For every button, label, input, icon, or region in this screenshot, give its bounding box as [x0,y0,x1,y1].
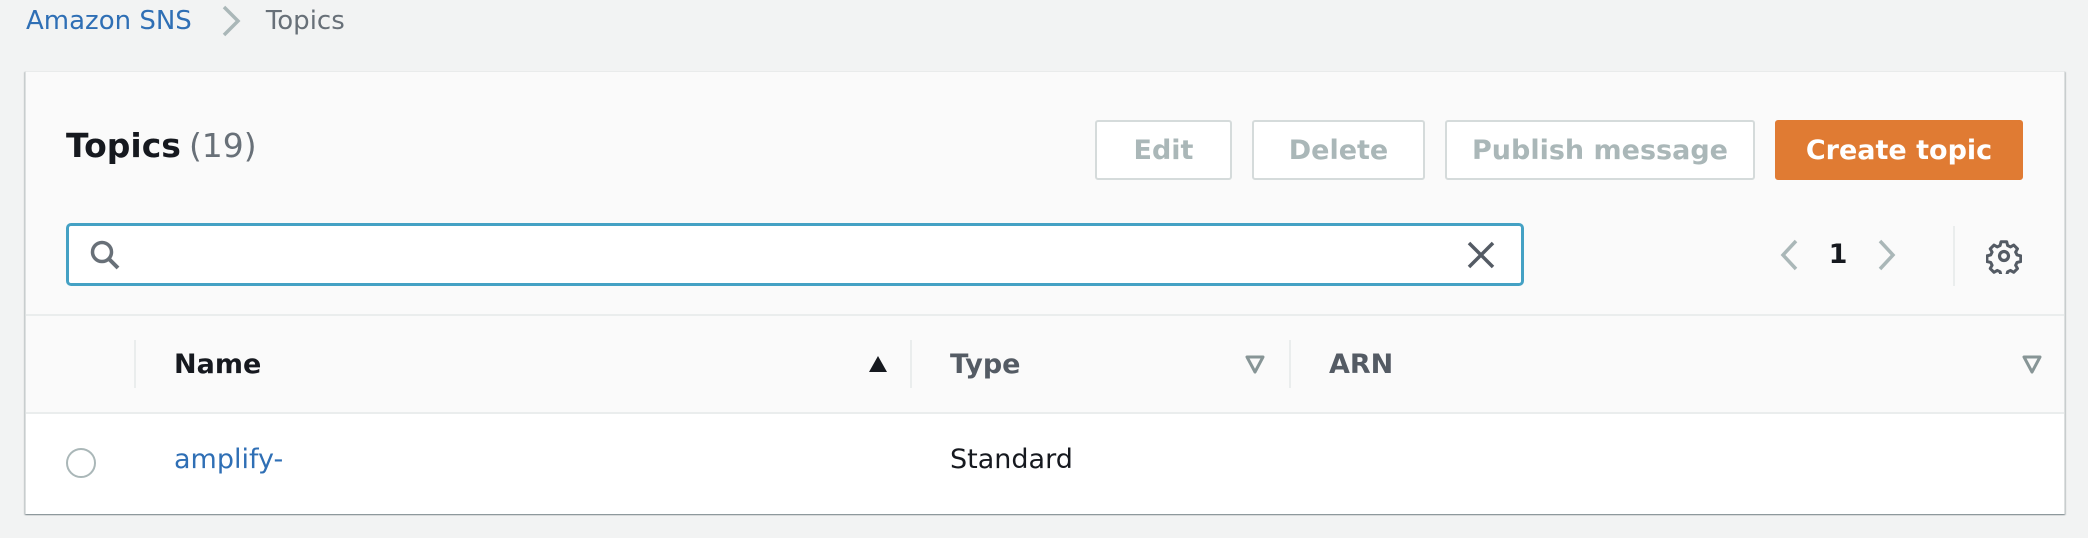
close-icon[interactable] [1463,237,1499,273]
column-label: ARN [1329,348,1394,380]
delete-button[interactable]: Delete [1252,120,1425,180]
publish-message-button[interactable]: Publish message [1445,120,1755,180]
topic-name-link[interactable]: amplify- [174,444,283,475]
create-topic-button[interactable]: Create topic [1775,120,2023,180]
caret-down-outline-icon[interactable] [1243,352,1267,376]
topics-container: Topics (19) Edit Delete Publish message … [25,71,2065,514]
caret-down-outline-icon[interactable] [2020,352,2044,376]
chevron-left-icon[interactable] [1776,237,1802,273]
pagination: 1 [1776,223,1900,286]
chevron-right-icon[interactable] [1874,237,1900,273]
column-label: Name [174,348,262,380]
column-separator [1289,340,1291,388]
search-field[interactable] [66,223,1524,286]
search-input[interactable] [122,226,1463,283]
pagination-divider [1953,226,1955,286]
title-text: Topics [66,126,181,165]
column-label: Type [950,348,1021,380]
table-row[interactable]: amplify- Standard [26,414,2064,514]
breadcrumb: Amazon SNS Topics [26,2,345,40]
column-header-type[interactable]: Type [910,316,1289,412]
chevron-right-icon [220,3,242,39]
topic-type: Standard [950,444,1073,475]
page-title: Topics (19) [66,126,257,165]
search-icon [88,238,122,272]
caret-up-icon[interactable] [866,352,890,376]
breadcrumb-amazon-sns[interactable]: Amazon SNS [26,6,192,36]
column-header-name[interactable]: Name [134,316,910,412]
column-separator [134,340,136,388]
column-separator [910,340,912,388]
action-bar: Edit Delete Publish message Create topic [1095,120,2023,180]
column-header-arn[interactable]: ARN [1289,316,2064,412]
page-number[interactable]: 1 [1802,239,1874,270]
breadcrumb-topics: Topics [265,6,345,36]
row-select-radio[interactable] [66,448,96,478]
topic-count: (19) [188,126,257,165]
edit-button[interactable]: Edit [1095,120,1232,180]
table-header: Name Type ARN [26,314,2064,414]
gear-icon[interactable] [1986,238,2022,274]
